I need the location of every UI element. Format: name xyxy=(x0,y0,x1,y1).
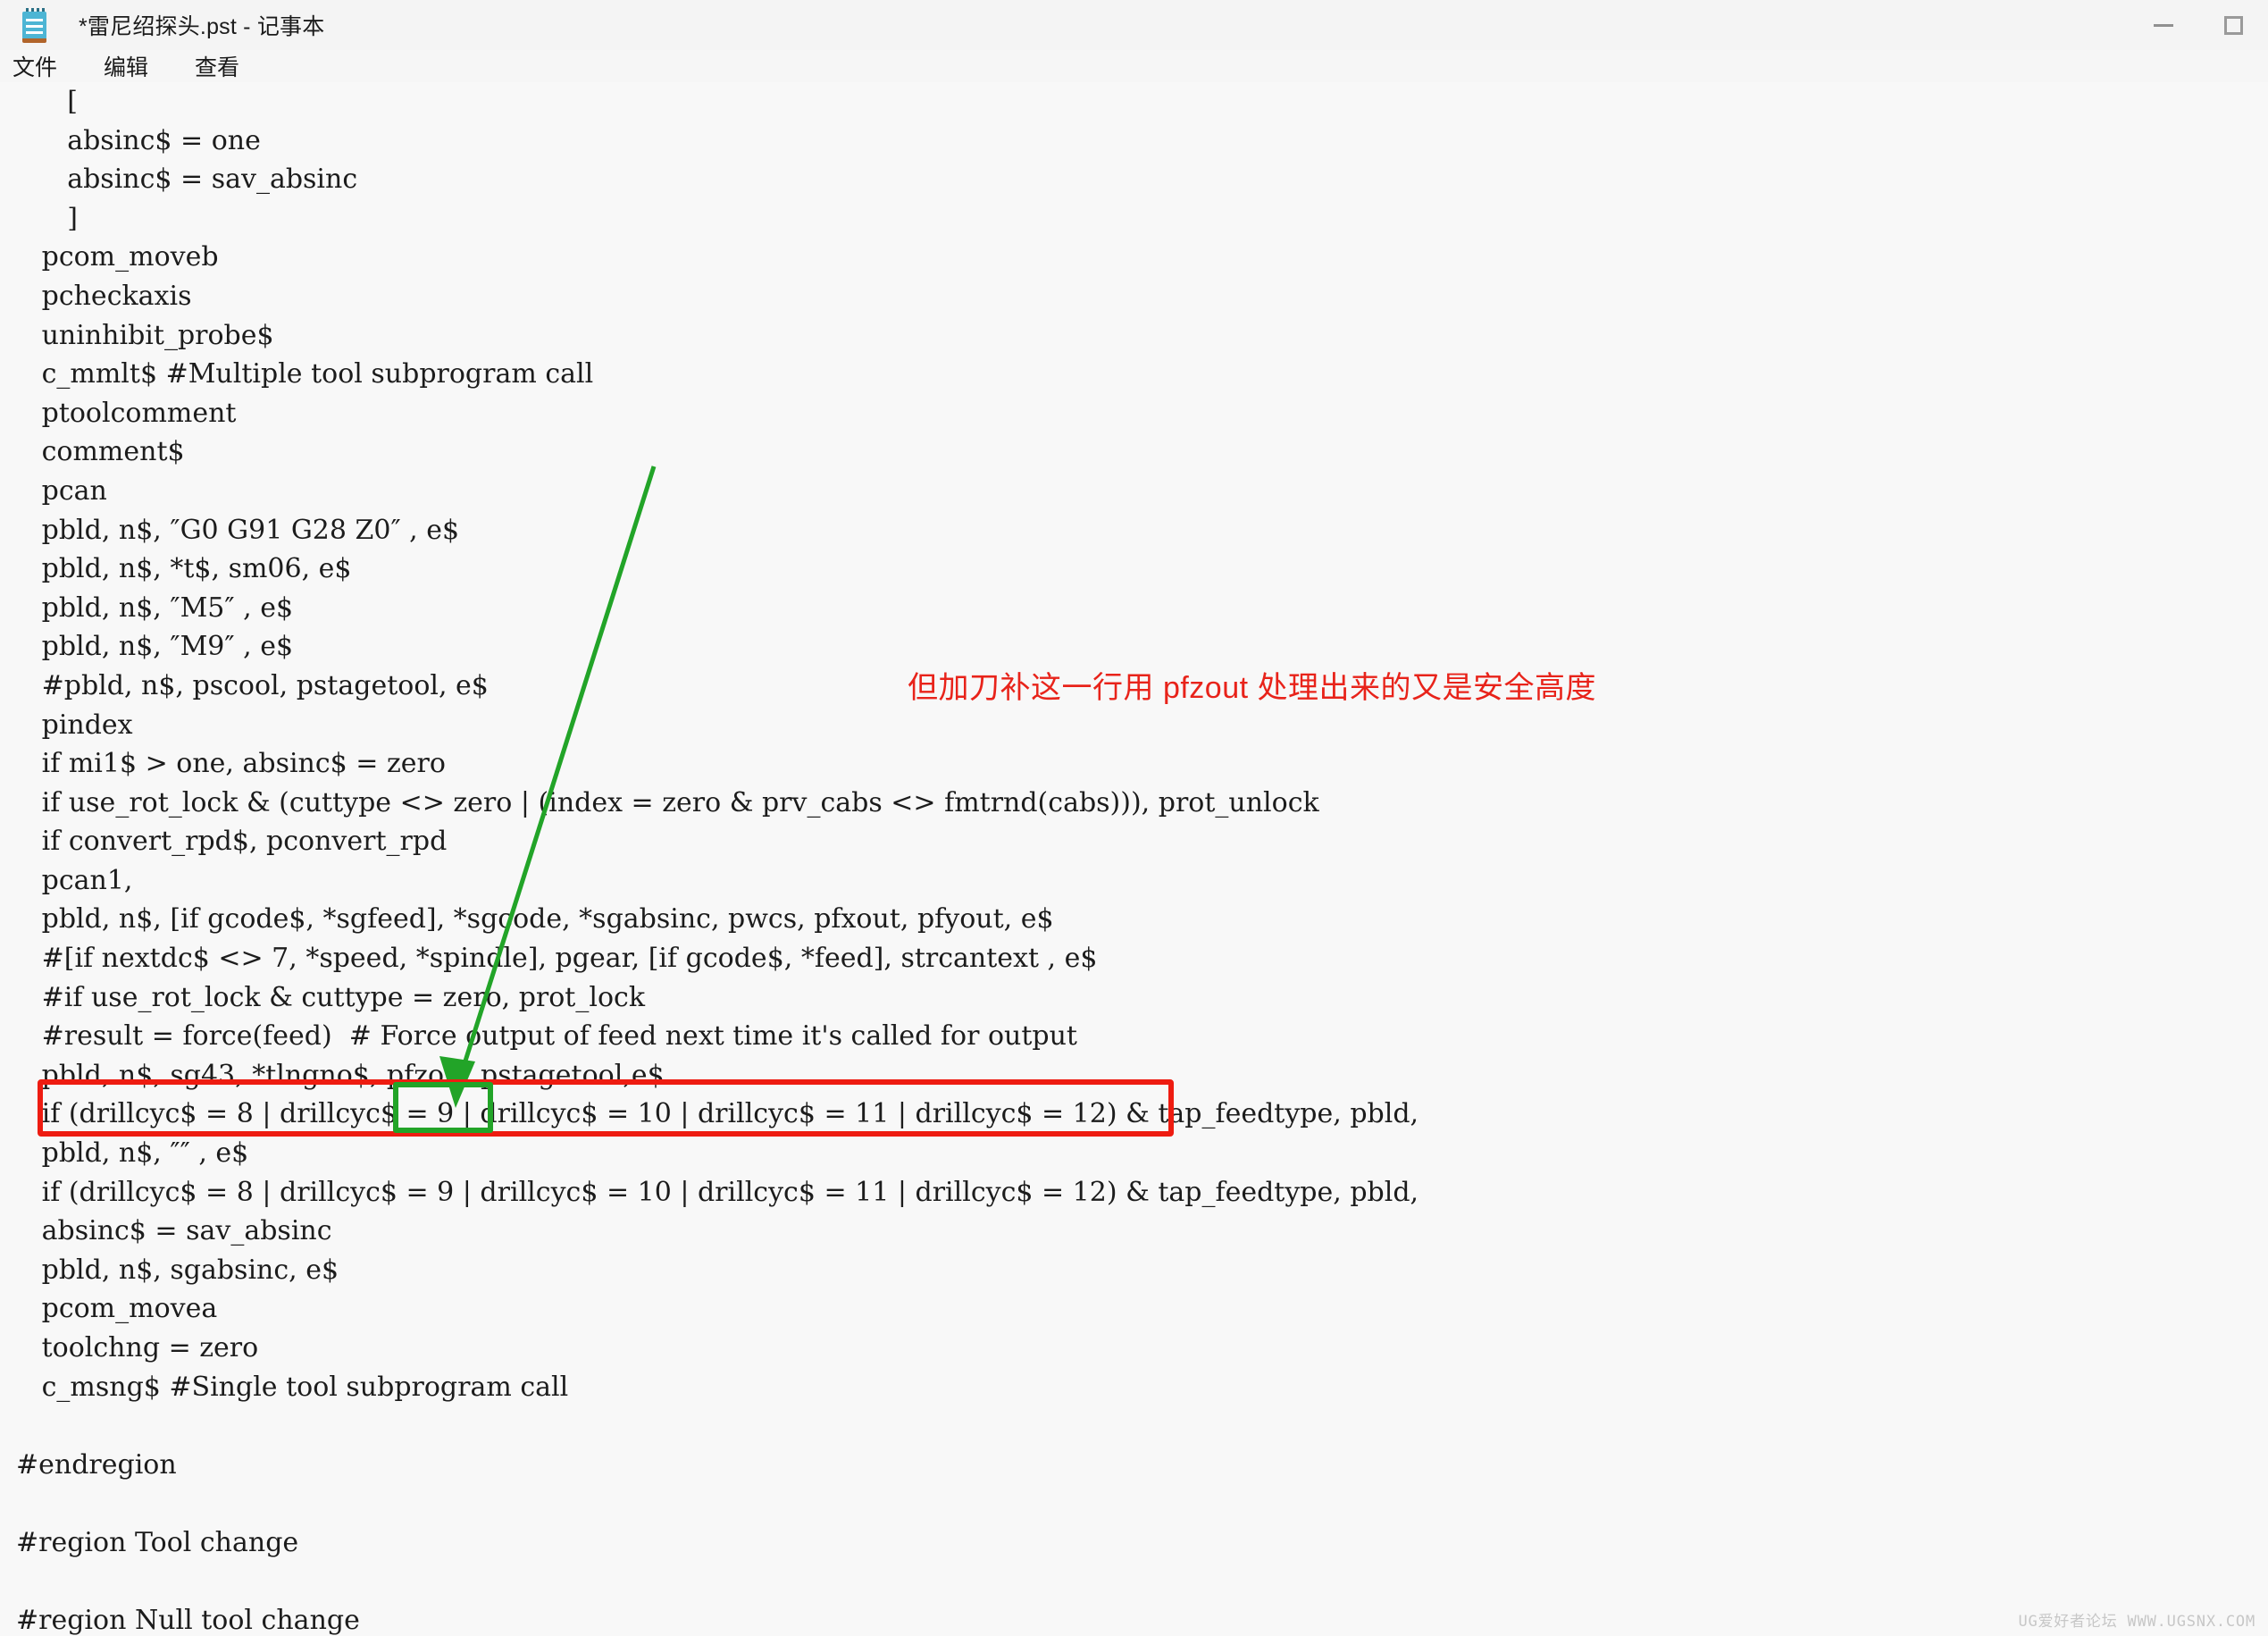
code-line: if use_rot_lock & (cuttype <> zero | (in… xyxy=(16,786,1319,818)
maximize-button[interactable] xyxy=(2198,0,2268,50)
code-line: pcheckaxis xyxy=(16,280,192,312)
watermark: UG爱好者论坛 WWW.UGSNX.COM xyxy=(2018,1613,2255,1631)
code-line: #region Tool change xyxy=(16,1526,299,1558)
code-line: #if use_rot_lock & cuttype = zero, prot_… xyxy=(16,981,646,1013)
code-text[interactable]: [ absinc$ = one absinc$ = sav_absinc ] p… xyxy=(0,82,2268,1636)
maximize-icon xyxy=(2223,15,2243,35)
titlebar[interactable]: *雷尼绍探头.pst - 记事本 xyxy=(0,0,2268,50)
code-line: pbld, n$, sg43, *tlngno$, pfzout,pstaget… xyxy=(16,1059,665,1091)
code-line: ptoolcomment xyxy=(16,397,237,429)
menu-edit[interactable]: 编辑 xyxy=(104,50,148,82)
code-line: if mi1$ > one, absinc$ = zero xyxy=(16,748,446,780)
menu-file[interactable]: 文件 xyxy=(13,50,57,82)
code-line: pbld, n$, *t$, sm06, e$ xyxy=(16,553,352,585)
minimize-icon xyxy=(2154,23,2173,27)
code-line: toolchng = zero xyxy=(16,1332,259,1363)
code-line: pbld, n$, sgabsinc, e$ xyxy=(16,1254,339,1286)
code-line: c_msng$ #Single tool subprogram call xyxy=(16,1371,569,1403)
code-line: comment$ xyxy=(16,436,185,468)
window-controls xyxy=(2129,0,2268,50)
code-line: absinc$ = sav_absinc xyxy=(16,1215,332,1247)
text-editor-area[interactable]: [ absinc$ = one absinc$ = sav_absinc ] p… xyxy=(0,82,2268,1636)
code-line: pcan1, xyxy=(16,864,133,896)
code-line: pbld, n$, ″M9″ , e$ xyxy=(16,631,294,663)
code-line: pcom_movea xyxy=(16,1293,218,1325)
code-line: #region Null tool change xyxy=(16,1605,360,1636)
annotation-note: 但加刀补这一行用 pfzout 处理出来的又是安全高度 xyxy=(908,671,1597,705)
code-line: ] xyxy=(16,202,78,234)
menu-view[interactable]: 查看 xyxy=(195,50,239,82)
code-line: pbld, n$, ″M5″ , e$ xyxy=(16,591,294,624)
window-title: *雷尼绍探头.pst - 记事本 xyxy=(79,14,325,39)
code-line: if (drillcyc$ = 8 | drillcyc$ = 9 | dril… xyxy=(16,1176,1419,1208)
notepad-window: *雷尼绍探头.pst - 记事本 文件 编辑 查看 [ absinc$ = on… xyxy=(0,0,2268,1636)
code-line: c_mmlt$ #Multiple tool subprogram call xyxy=(16,358,594,390)
menubar: 文件 编辑 查看 xyxy=(0,50,2268,82)
code-line: pcom_moveb xyxy=(16,241,219,273)
minimize-button[interactable] xyxy=(2129,0,2198,50)
code-line: #result = force(feed) # Force output of … xyxy=(16,1020,1077,1053)
code-line: #endregion xyxy=(16,1448,177,1481)
code-line: pbld, n$, [if gcode$, *sgfeed], *sgcode,… xyxy=(16,903,1054,935)
code-line: absinc$ = sav_absinc xyxy=(16,164,358,196)
code-line: pindex xyxy=(16,709,133,741)
notepad-icon xyxy=(20,7,50,43)
code-line: #[if nextdc$ <> 7, *speed, *spindle], pg… xyxy=(16,943,1098,975)
code-line: [ xyxy=(16,86,78,117)
code-line: pbld, n$, ″G0 G91 G28 Z0″ , e$ xyxy=(16,514,460,546)
code-line: pcan xyxy=(16,474,107,507)
code-line: if convert_rpd$, pconvert_rpd xyxy=(16,826,448,858)
code-line: pbld, n$, ″″ , e$ xyxy=(16,1137,249,1170)
code-line: uninhibit_probe$ xyxy=(16,319,274,351)
code-line: absinc$ = one xyxy=(16,124,261,156)
code-line: if (drillcyc$ = 8 | drillcyc$ = 9 | dril… xyxy=(16,1098,1419,1130)
